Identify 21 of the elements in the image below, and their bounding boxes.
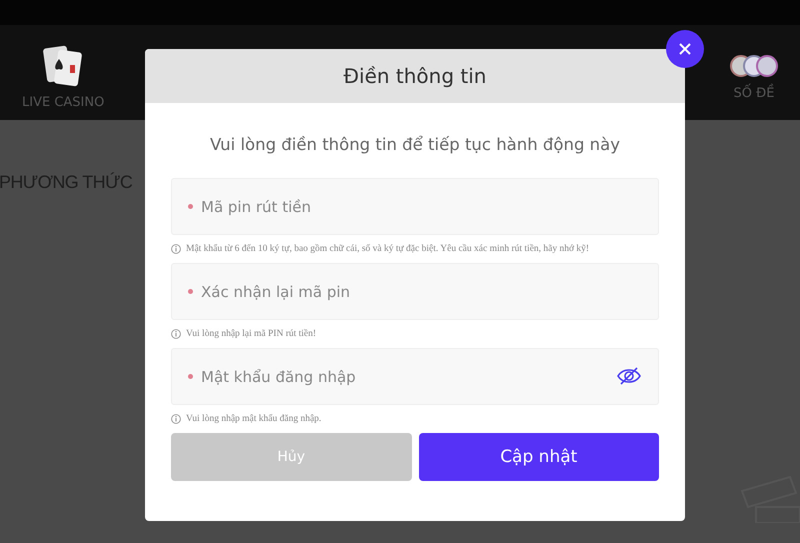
- input-field[interactable]: Mật khẩu đăng nhập: [171, 348, 659, 405]
- field-hint: Mật khẩu từ 6 đến 10 ký tự, bao gồm chữ cái, số và ký tự đặc biệt. Yêu cầu xác minh rút tiền, hãy nhớ kỹ!: [186, 244, 590, 254]
- eye-slash-icon[interactable]: [617, 367, 641, 385]
- info-icon: [171, 328, 181, 338]
- required-mark-icon: [188, 374, 193, 379]
- field-hint: Vui lòng nhập lại mã PIN rút tiền!: [186, 328, 316, 338]
- nav-item[interactable]: SỐ ĐỀ: [730, 44, 778, 101]
- dialog-title: Điền thông tin: [344, 64, 486, 88]
- info-icon: [171, 244, 181, 254]
- field-hint: Vui lòng nhập mật khẩu đăng nhập.: [186, 414, 322, 424]
- required-mark-icon: [188, 204, 193, 209]
- nav-item[interactable]: LIVE CASINO: [22, 35, 104, 110]
- dialog-subtitle: Vui lòng điền thông tin để tiếp tục hành động này: [208, 135, 622, 154]
- close-icon: [678, 42, 692, 56]
- input-field[interactable]: Xác nhận lại mã pin: [171, 263, 659, 320]
- required-mark-icon: [188, 289, 193, 294]
- update-button[interactable]: Cập nhật: [418, 433, 659, 481]
- input-field[interactable]: Mã pin rút tiền: [171, 178, 659, 235]
- playing-cards-icon: [43, 45, 84, 87]
- lottery-balls-icon: [730, 54, 778, 78]
- info-icon: [171, 414, 181, 424]
